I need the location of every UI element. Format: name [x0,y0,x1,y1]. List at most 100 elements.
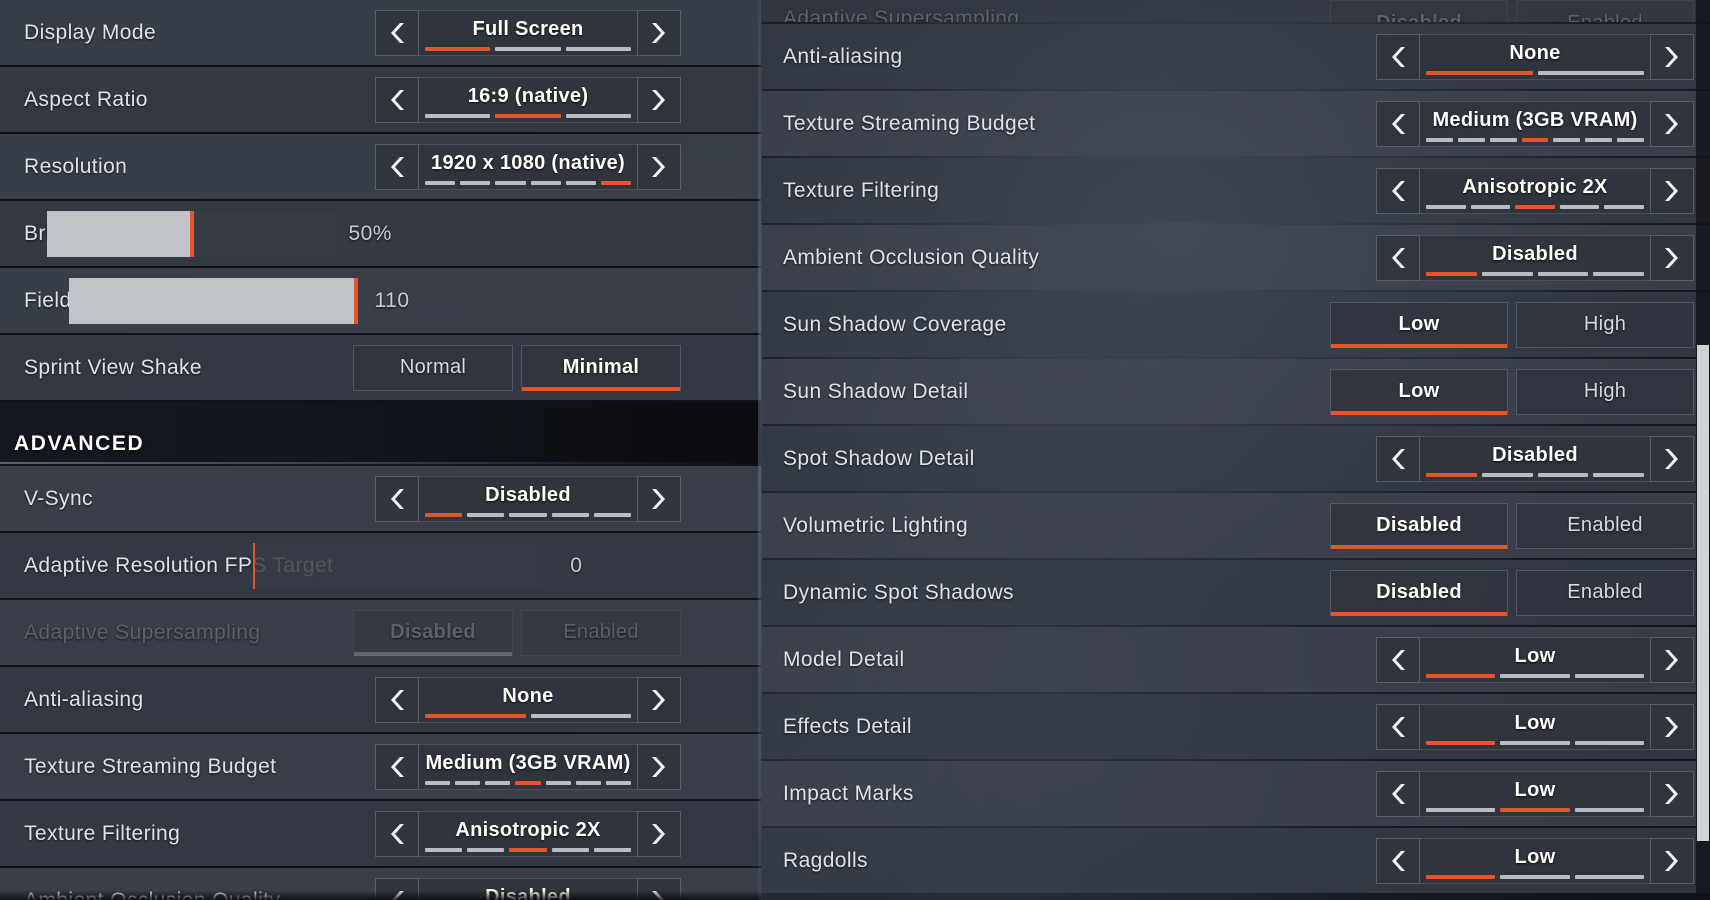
slider-track-field-of-view[interactable] [69,277,360,324]
setting-row-effects-detail[interactable]: Effects Detail Low [761,694,1710,759]
value-box-v-sync[interactable]: Disabled [419,475,637,522]
toggle-sprint-view-shake-minimal[interactable]: Minimal [521,344,681,391]
setting-row-adaptive-resolution-fps-target[interactable]: Adaptive Resolution FPS Target 0 [0,533,761,598]
prev-arrow-impact-marks-icon[interactable] [1376,770,1420,817]
setting-row-sun-shadow-detail[interactable]: Sun Shadow Detail Low High [761,359,1710,424]
vertical-scrollbar[interactable] [1696,0,1710,900]
prev-arrow-display-mode-icon[interactable] [375,9,419,56]
setting-row-display-mode[interactable]: Display Mode Full Screen [0,0,761,65]
prev-arrow-ambient-occlusion-quality-icon[interactable] [375,877,419,900]
next-arrow-impact-marks-icon[interactable] [1650,770,1694,817]
prev-arrow-aspect-ratio-icon[interactable] [375,76,419,123]
prev-arrow-texture-streaming-budget-icon[interactable] [375,743,419,790]
value-box-texture-streaming-budget[interactable]: Medium (3GB VRAM) [419,743,637,790]
value-box-anti-aliasing[interactable]: None [419,676,637,723]
next-arrow-spot-shadow-detail-icon[interactable] [1650,435,1694,482]
prev-arrow-texture-streaming-budget-icon[interactable] [1376,100,1420,147]
prev-arrow-effects-detail-icon[interactable] [1376,703,1420,750]
slider-track-adaptive-resolution-fps-target[interactable] [253,542,544,589]
setting-row-texture-streaming-budget[interactable]: Texture Streaming Budget Medium (3GB VRAM… [761,91,1710,156]
setting-row-aspect-ratio[interactable]: Aspect Ratio 16:9 (native) [0,67,761,132]
setting-row-model-detail[interactable]: Model Detail Low [761,627,1710,692]
next-arrow-ragdolls-icon[interactable] [1650,837,1694,884]
prev-arrow-spot-shadow-detail-icon[interactable] [1376,435,1420,482]
value-box-texture-streaming-budget[interactable]: Medium (3GB VRAM) [1420,100,1650,147]
value-box-texture-filtering[interactable]: Anisotropic 2X [1420,167,1650,214]
value-segment-bar [1426,740,1644,745]
setting-row-field-of-view[interactable]: Field of View110 [0,268,761,333]
setting-row-resolution[interactable]: Resolution 1920 x 1080 (native) [0,134,761,199]
setting-row-texture-streaming-budget[interactable]: Texture Streaming Budget Medium (3GB VRAM… [0,734,761,799]
setting-row-brightness[interactable]: Brightness50% [0,201,761,266]
slider-knob-brightness[interactable] [190,210,195,257]
next-arrow-anti-aliasing-icon[interactable] [1650,33,1694,80]
setting-row-volumetric-lighting[interactable]: Volumetric Lighting Disabled Enabled [761,493,1710,558]
toggle-volumetric-lighting-enabled[interactable]: Enabled [1516,502,1694,549]
value-box-model-detail[interactable]: Low [1420,636,1650,683]
value-box-texture-filtering[interactable]: Anisotropic 2X [419,810,637,857]
next-arrow-effects-detail-icon[interactable] [1650,703,1694,750]
prev-arrow-anti-aliasing-icon[interactable] [1376,33,1420,80]
setting-row-spot-shadow-detail[interactable]: Spot Shadow Detail Disabled [761,426,1710,491]
toggle-dynamic-spot-shadows-disabled[interactable]: Disabled [1330,569,1508,616]
next-arrow-texture-filtering-icon[interactable] [637,810,681,857]
value-box-ambient-occlusion-quality[interactable]: Disabled [1420,234,1650,281]
next-arrow-ambient-occlusion-quality-icon[interactable] [637,877,681,900]
prev-arrow-model-detail-icon[interactable] [1376,636,1420,683]
value-box-display-mode[interactable]: Full Screen [419,9,637,56]
prev-arrow-ragdolls-icon[interactable] [1376,837,1420,884]
setting-row-dynamic-spot-shadows[interactable]: Dynamic Spot Shadows Disabled Enabled [761,560,1710,625]
prev-arrow-resolution-icon[interactable] [375,143,419,190]
value-segment-bar [425,512,632,517]
setting-row-v-sync[interactable]: V-Sync Disabled [0,466,761,531]
value-box-effects-detail[interactable]: Low [1420,703,1650,750]
value-box-spot-shadow-detail[interactable]: Disabled [1420,435,1650,482]
next-arrow-resolution-icon[interactable] [637,143,681,190]
setting-row-sun-shadow-coverage[interactable]: Sun Shadow Coverage Low High [761,292,1710,357]
setting-row-anti-aliasing[interactable]: Anti-aliasing None [0,667,761,732]
toggle-dynamic-spot-shadows-enabled[interactable]: Enabled [1516,569,1694,616]
toggle-volumetric-lighting-disabled[interactable]: Disabled [1330,502,1508,549]
next-arrow-texture-streaming-budget-icon[interactable] [1650,100,1694,147]
toggle-sun-shadow-detail-low[interactable]: Low [1330,368,1508,415]
slider-knob-adaptive-resolution-fps-target[interactable] [253,542,256,589]
next-arrow-anti-aliasing-icon[interactable] [637,676,681,723]
setting-row-adaptive-supersampling[interactable]: Adaptive Supersampling Disabled Enabled [0,600,761,665]
prev-arrow-ambient-occlusion-quality-icon[interactable] [1376,234,1420,281]
value-box-aspect-ratio[interactable]: 16:9 (native) [419,76,637,123]
next-arrow-ambient-occlusion-quality-icon[interactable] [1650,234,1694,281]
toggle-sun-shadow-detail-high[interactable]: High [1516,368,1694,415]
toggle-sprint-view-shake-normal[interactable]: Normal [353,344,513,391]
setting-row-texture-filtering[interactable]: Texture Filtering Anisotropic 2X [0,801,761,866]
slider-track-brightness[interactable] [47,210,338,257]
prev-arrow-anti-aliasing-icon[interactable] [375,676,419,723]
setting-label-anti-aliasing: Anti-aliasing [24,687,144,711]
next-arrow-texture-filtering-icon[interactable] [1650,167,1694,214]
value-box-anti-aliasing[interactable]: None [1420,33,1650,80]
toggle-sun-shadow-coverage-high[interactable]: High [1516,301,1694,348]
value-box-ragdolls[interactable]: Low [1420,837,1650,884]
setting-row-anti-aliasing[interactable]: Anti-aliasing None [761,24,1710,89]
setting-row-impact-marks[interactable]: Impact Marks Low [761,761,1710,826]
prev-arrow-texture-filtering-icon[interactable] [1376,167,1420,214]
next-arrow-texture-streaming-budget-icon[interactable] [637,743,681,790]
setting-row-sprint-view-shake[interactable]: Sprint View Shake Normal Minimal [0,335,761,400]
prev-arrow-v-sync-icon[interactable] [375,475,419,522]
value-box-ambient-occlusion-quality[interactable]: Disabled [419,877,637,900]
value-box-resolution[interactable]: 1920 x 1080 (native) [419,143,637,190]
setting-row-texture-filtering[interactable]: Texture Filtering Anisotropic 2X [761,158,1710,223]
value-box-impact-marks[interactable]: Low [1420,770,1650,817]
setting-row-adaptive-supersampling[interactable]: Adaptive Supersampling Disabled Enabled [761,0,1710,22]
next-arrow-display-mode-icon[interactable] [637,9,681,56]
setting-label-spot-shadow-detail: Spot Shadow Detail [783,446,975,470]
slider-knob-field-of-view[interactable] [354,277,359,324]
setting-row-ambient-occlusion-quality[interactable]: Ambient Occlusion Quality Disabled [0,868,761,900]
next-arrow-v-sync-icon[interactable] [637,475,681,522]
toggle-sun-shadow-coverage-low[interactable]: Low [1330,301,1508,348]
setting-row-ragdolls[interactable]: Ragdolls Low [761,828,1710,893]
prev-arrow-texture-filtering-icon[interactable] [375,810,419,857]
setting-row-ambient-occlusion-quality[interactable]: Ambient Occlusion Quality Disabled [761,225,1710,290]
scrollbar-thumb[interactable] [1697,345,1709,841]
next-arrow-model-detail-icon[interactable] [1650,636,1694,683]
next-arrow-aspect-ratio-icon[interactable] [637,76,681,123]
